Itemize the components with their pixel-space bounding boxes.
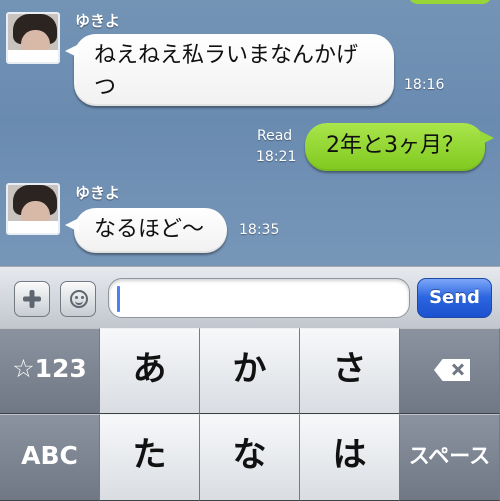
- kana-a-key[interactable]: あ: [100, 328, 200, 414]
- avatar[interactable]: [6, 183, 60, 235]
- smile-icon: [70, 290, 88, 308]
- message-bubble[interactable]: なるほど〜: [65, 208, 227, 253]
- space-key[interactable]: スペース: [400, 414, 500, 501]
- message-input-bar: Send: [0, 266, 500, 328]
- kana-ta-key[interactable]: た: [100, 414, 200, 501]
- kana-ka-key[interactable]: か: [200, 328, 300, 414]
- backspace-key[interactable]: [400, 328, 500, 414]
- send-button[interactable]: Send: [417, 278, 492, 318]
- message-input[interactable]: [108, 278, 410, 318]
- abc-mode-key[interactable]: ABC: [0, 414, 100, 501]
- sender-name: ゆきよ: [75, 184, 121, 202]
- message-bubble[interactable]: 2年と3ヶ月？: [305, 123, 494, 171]
- add-button[interactable]: [14, 281, 50, 317]
- partial-message-bubble: [408, 0, 492, 4]
- message-time: 18:21: [256, 149, 297, 165]
- backspace-icon: [434, 359, 470, 381]
- sender-name: ゆきよ: [75, 12, 121, 30]
- number-mode-key[interactable]: ☆123: [0, 328, 100, 414]
- message-bubble[interactable]: ねえねえ私ラいまなんかげ つ: [65, 34, 394, 106]
- message-time: 18:35: [239, 222, 280, 238]
- avatar[interactable]: [6, 12, 60, 64]
- message-text: ねえねえ私ラいまなんかげ つ: [94, 43, 359, 100]
- message-text: 2年と3ヶ月？: [326, 133, 464, 158]
- message-text: なるほど〜: [94, 217, 205, 242]
- kana-sa-key[interactable]: さ: [300, 328, 400, 414]
- kana-na-key[interactable]: な: [200, 414, 300, 501]
- message-time: 18:16: [404, 77, 445, 93]
- chat-area: ゆきよ ねえねえ私ラいまなんかげ つ 18:16 Read 18:21 2年と3…: [0, 0, 500, 266]
- emoji-button[interactable]: [60, 281, 96, 317]
- read-status: Read: [257, 128, 293, 144]
- text-caret: [117, 286, 120, 312]
- kana-keyboard: ☆123 あ か さ ABC た な は スペース: [0, 328, 500, 501]
- kana-ha-key[interactable]: は: [300, 414, 400, 501]
